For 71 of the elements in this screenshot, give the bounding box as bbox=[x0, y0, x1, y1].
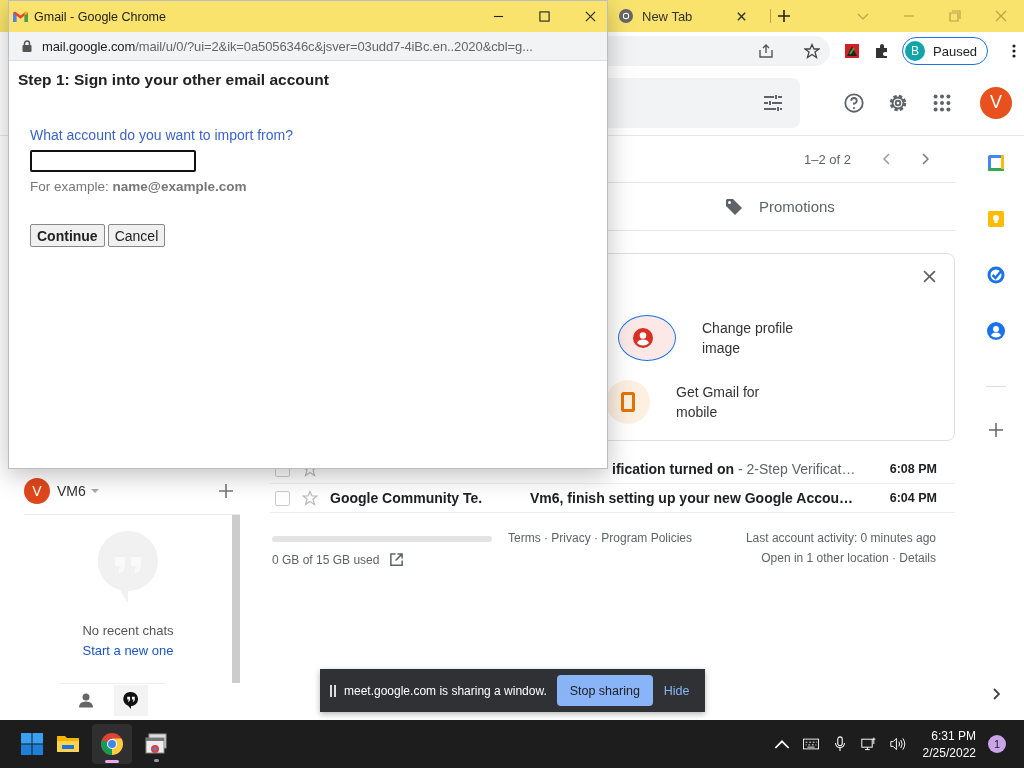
email-time: 6:08 PM bbox=[889, 462, 937, 476]
new-tab-icon[interactable] bbox=[770, 9, 791, 23]
clock-time[interactable]: 6:31 PM bbox=[931, 728, 976, 743]
expand-icon[interactable] bbox=[992, 688, 1000, 700]
cancel-button[interactable]: Cancel bbox=[107, 224, 166, 247]
step-heading: Step 1: Sign into your other email account bbox=[18, 71, 329, 89]
clock-date[interactable]: 2/25/2022 bbox=[922, 745, 976, 760]
close-icon[interactable] bbox=[585, 11, 596, 22]
stop-sharing-button[interactable]: Stop sharing bbox=[556, 675, 653, 706]
previous-page-icon[interactable] bbox=[883, 153, 891, 165]
maximize-icon[interactable] bbox=[539, 11, 550, 22]
share-icon[interactable] bbox=[758, 43, 774, 59]
filter-icon[interactable] bbox=[763, 93, 783, 112]
phone-icon bbox=[618, 392, 638, 412]
start-chat-link[interactable]: Start a new one bbox=[82, 643, 174, 658]
external-link-icon[interactable] bbox=[389, 552, 405, 567]
account-icon bbox=[633, 328, 653, 348]
promotions-tab[interactable]: Promotions bbox=[715, 183, 955, 230]
start-icon[interactable] bbox=[20, 732, 44, 756]
puzzle-icon[interactable] bbox=[874, 43, 890, 59]
question-label: What account do you want to import from? bbox=[30, 127, 293, 143]
volume-icon[interactable] bbox=[889, 736, 906, 752]
menu-icon[interactable] bbox=[1012, 43, 1017, 59]
sharing-message: meet.google.com is sharing a window. bbox=[344, 683, 547, 698]
user-name[interactable]: VM6 bbox=[57, 483, 86, 499]
taskbar-app[interactable] bbox=[92, 724, 132, 764]
tab-close-icon[interactable] bbox=[736, 10, 747, 22]
lock-icon bbox=[22, 40, 32, 52]
storage-text: 0 GB of 15 GB used bbox=[272, 552, 380, 567]
hangouts-icon[interactable] bbox=[122, 691, 139, 709]
activity-text: Last account activity: 0 minutes ago bbox=[745, 531, 936, 545]
location-text[interactable]: Open in 1 other location · Details bbox=[761, 551, 936, 565]
notification-badge[interactable]: 1 bbox=[988, 735, 1006, 753]
next-page-icon[interactable] bbox=[921, 153, 929, 165]
tab-favicon-icon bbox=[618, 8, 634, 24]
tip-text[interactable]: Get Gmail for mobile bbox=[676, 382, 786, 422]
continue-button[interactable]: Continue bbox=[30, 224, 105, 247]
email-time: 6:04 PM bbox=[889, 491, 937, 505]
extension-icon[interactable] bbox=[844, 43, 860, 59]
browser-icon bbox=[100, 732, 124, 756]
pagination-text: 1–2 of 2 bbox=[804, 151, 851, 167]
user-avatar: V bbox=[24, 478, 50, 504]
email-input[interactable] bbox=[30, 150, 196, 172]
calendar-icon[interactable] bbox=[987, 154, 1005, 172]
keyboard-icon[interactable] bbox=[802, 736, 819, 752]
person-icon[interactable] bbox=[77, 691, 94, 709]
tasks-icon[interactable] bbox=[987, 266, 1005, 284]
email-subject[interactable]: Vm6, finish setting up your new Google Accou… bbox=[530, 490, 880, 506]
close-icon[interactable] bbox=[923, 270, 936, 283]
pause-icon bbox=[330, 684, 336, 697]
hide-link[interactable]: Hide bbox=[663, 683, 690, 698]
email-sender[interactable]: Google Community Te. bbox=[330, 490, 530, 506]
tip-text[interactable]: Change profile image bbox=[702, 318, 812, 358]
help-icon[interactable] bbox=[843, 91, 865, 114]
scrollbar[interactable] bbox=[232, 515, 240, 683]
tag-icon bbox=[725, 197, 743, 216]
account-avatar[interactable]: V bbox=[980, 86, 1012, 119]
network-icon[interactable] bbox=[860, 736, 877, 752]
contacts-icon[interactable] bbox=[987, 322, 1005, 340]
example-hint: For example: name@example.com bbox=[30, 179, 247, 194]
checkbox[interactable] bbox=[275, 490, 290, 506]
add-icon[interactable] bbox=[219, 484, 233, 498]
empty-message: No recent chats bbox=[82, 623, 174, 638]
window-title: Gmail - Google Chrome bbox=[34, 9, 166, 24]
mail-logo-icon bbox=[13, 11, 28, 22]
browser-tab[interactable]: New Tab bbox=[608, 0, 757, 32]
star-icon[interactable] bbox=[302, 490, 318, 506]
star-icon[interactable] bbox=[804, 43, 820, 59]
footer-links[interactable]: Terms · Privacy · Program Policies bbox=[508, 531, 693, 567]
windows-stack-icon bbox=[144, 732, 168, 756]
add-icon[interactable] bbox=[989, 423, 1003, 437]
